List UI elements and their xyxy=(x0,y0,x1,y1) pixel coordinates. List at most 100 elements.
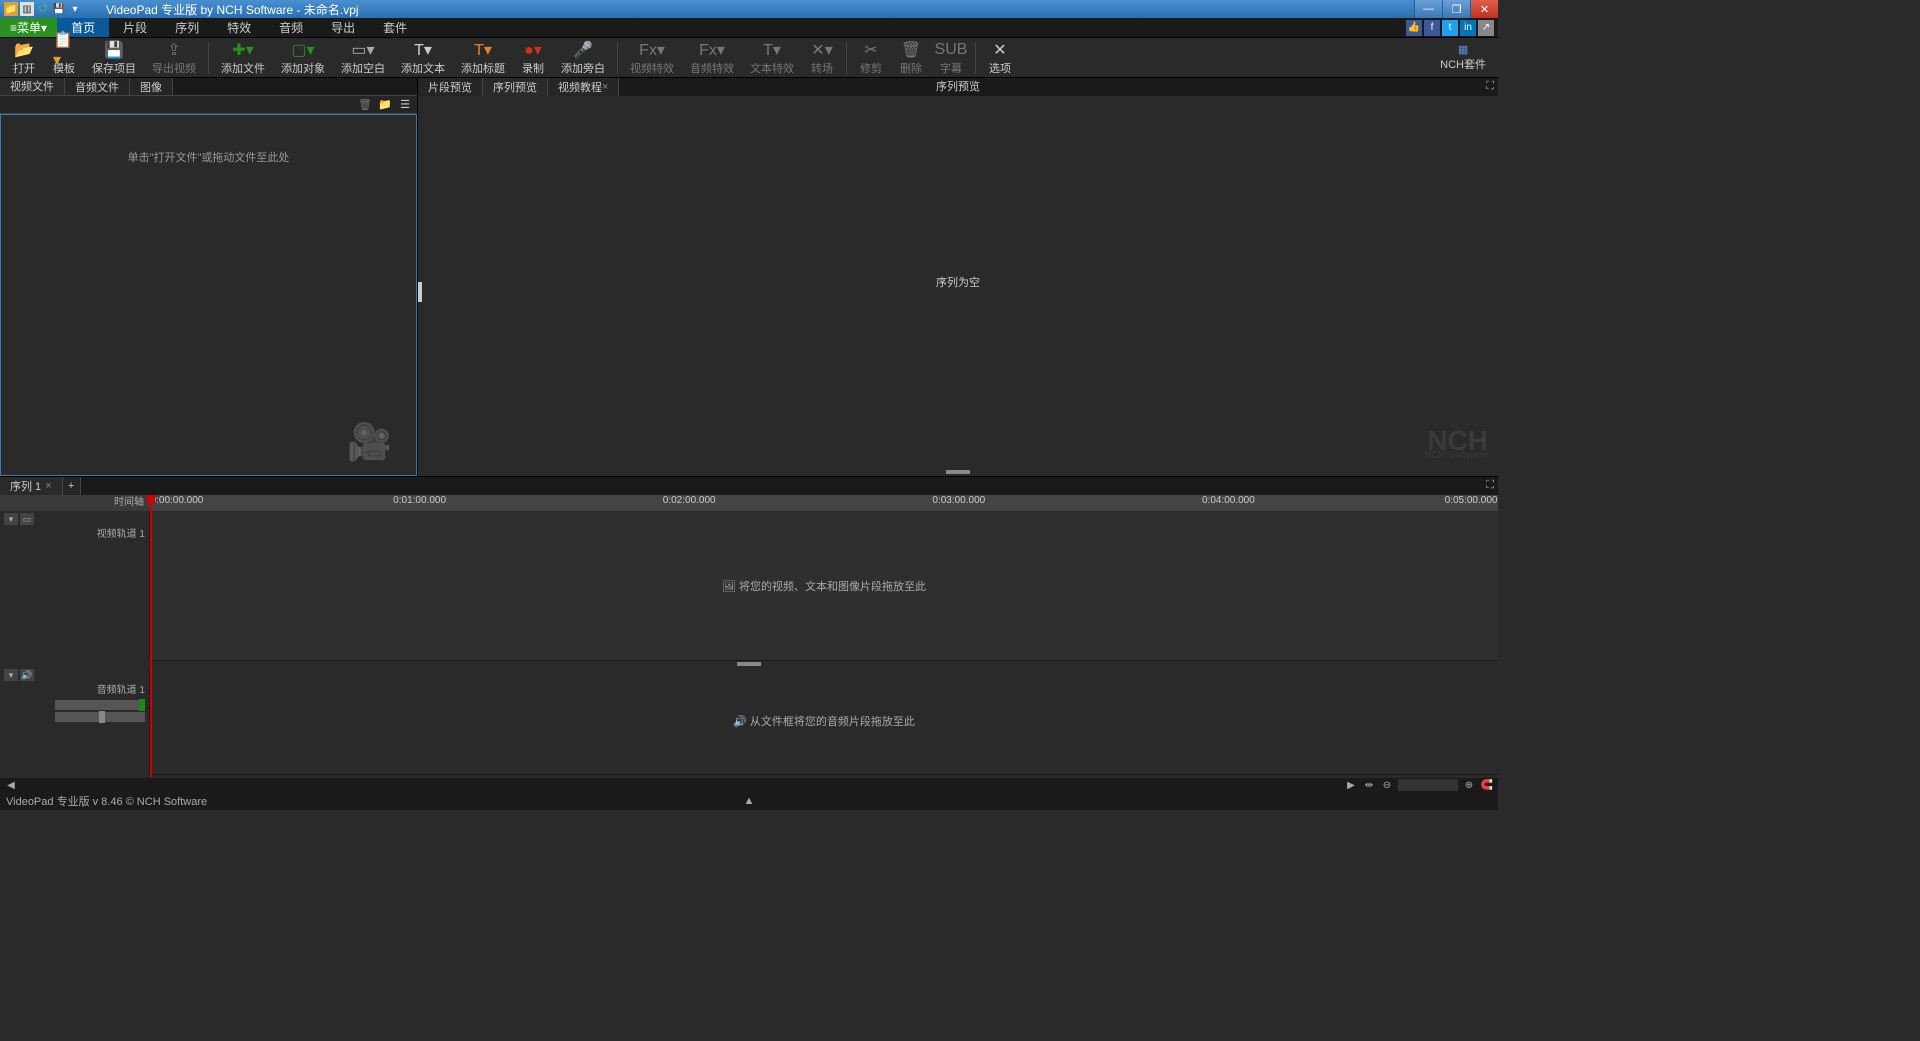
subtitle-button[interactable]: SUB字幕 xyxy=(931,39,971,77)
add-text-button[interactable]: T▾添加文本 xyxy=(393,39,453,77)
add-blank-button[interactable]: ▭▾添加空白 xyxy=(333,39,393,77)
window-title: VideoPad 专业版 by NCH Software - 未命名.vpj xyxy=(106,1,1414,18)
qat-icon-4[interactable]: 💾 xyxy=(52,2,66,16)
tab-clip[interactable]: 片段 xyxy=(109,18,161,37)
audio-pan-slider[interactable] xyxy=(55,712,145,722)
popout-icon[interactable]: ⛶ xyxy=(1486,80,1494,93)
zoom-in-icon[interactable]: ⊕ xyxy=(1462,779,1476,791)
audio-track-header[interactable]: ▾🔊 音频轨道 1 xyxy=(0,667,150,775)
facebook-icon[interactable]: f xyxy=(1424,20,1440,36)
linkedin-icon[interactable]: in xyxy=(1460,20,1476,36)
preview-tab-tutorial[interactable]: 视频教程 × xyxy=(548,78,619,96)
timeline-scrollbar: ◀ ▶ ⇹ ⊖ ⊕ 🧲 xyxy=(0,778,1498,792)
tab-sequence[interactable]: 序列 xyxy=(161,18,213,37)
trim-button[interactable]: ✂修剪 xyxy=(851,39,891,77)
video-track: ▾▭ 视频轨道 1 🖼 将您的视频、文本和图像片段拖放至此 xyxy=(0,511,1498,661)
zoom-slider[interactable] xyxy=(1398,779,1458,791)
video-fx-icon: Fx▾ xyxy=(641,40,663,60)
subtitle-icon: SUB xyxy=(940,40,962,60)
video-fx-button[interactable]: Fx▾视频特效 xyxy=(622,39,682,77)
window-buttons: — ❐ ✕ xyxy=(1414,0,1498,18)
ruler-ticks[interactable]: 0:00:00.000 0:01:00.000 0:02:00.000 0:03… xyxy=(150,495,1498,511)
export-video-button[interactable]: ⇪导出视频 xyxy=(144,39,204,77)
tab-export[interactable]: 导出 xyxy=(317,18,369,37)
audio-track-body[interactable]: 🔊 从文件框将您的音频片段拖放至此 xyxy=(150,667,1498,775)
video-track-body[interactable]: 🖼 将您的视频、文本和图像片段拖放至此 xyxy=(150,511,1498,661)
playhead[interactable] xyxy=(150,495,152,777)
preview-tab-clip[interactable]: 片段预览 xyxy=(418,78,483,96)
track-fx-icon[interactable]: ▭ xyxy=(20,513,34,525)
bin-folder-icon[interactable]: 📁 xyxy=(377,98,393,112)
template-button[interactable]: 📋▾模板 xyxy=(44,39,84,77)
open-button[interactable]: 📂打开 xyxy=(4,39,44,77)
qat-icon-1[interactable]: 📁 xyxy=(4,2,18,16)
maximize-button[interactable]: ❐ xyxy=(1442,0,1470,18)
transition-button[interactable]: ✕▾转场 xyxy=(802,39,842,77)
add-narration-button[interactable]: 🎤添加旁白 xyxy=(553,39,613,77)
preview-panel: 片段预览 序列预览 视频教程 × 序列预览 ⛶ 序列为空 NCH NCH Sof… xyxy=(418,78,1498,476)
audio-drop-hint: 🔊 从文件框将您的音频片段拖放至此 xyxy=(733,713,915,729)
bin-tab-audio[interactable]: 音频文件 xyxy=(65,78,130,95)
audio-collapse-icon[interactable]: ▾ xyxy=(4,669,18,681)
status-expand-icon[interactable]: ▲ xyxy=(744,795,755,807)
bin-list-view-icon[interactable]: ☰ xyxy=(397,98,413,112)
qat-dropdown-icon[interactable]: ▾ xyxy=(68,2,82,16)
sequence-tab[interactable]: 序列 1× xyxy=(0,477,63,495)
text-fx-button[interactable]: T▾文本特效 xyxy=(742,39,802,77)
qat-icon-3[interactable]: ⭯ xyxy=(36,2,50,16)
tab-suite[interactable]: 套件 xyxy=(369,18,421,37)
zoom-out-icon[interactable]: ⊖ xyxy=(1380,779,1394,791)
options-button[interactable]: ✕选项 xyxy=(980,39,1020,77)
ribbon-toolbar: 📂打开 📋▾模板 💾保存项目 ⇪导出视频 ✚▾添加文件 ▢▾添加对象 ▭▾添加空… xyxy=(0,38,1498,78)
time-marker-4: 0:04:00.000 xyxy=(1202,495,1255,506)
save-project-button[interactable]: 💾保存项目 xyxy=(84,39,144,77)
bin-delete-icon[interactable]: 🗑 xyxy=(357,98,373,112)
add-object-button[interactable]: ▢▾添加对象 xyxy=(273,39,333,77)
audio-volume-slider[interactable] xyxy=(55,700,145,710)
timeline-popout-icon[interactable]: ⛶ xyxy=(1486,479,1494,492)
tab-close-icon[interactable]: × xyxy=(602,81,608,93)
add-file-button[interactable]: ✚▾添加文件 xyxy=(213,39,273,77)
minimize-button[interactable]: — xyxy=(1414,0,1442,18)
menu-button[interactable]: ≡ 菜单 ▾ xyxy=(0,18,57,37)
bin-drop-area[interactable]: 单击"打开文件"或拖动文件至此处 🎥 xyxy=(0,114,417,476)
preview-tabs: 片段预览 序列预览 视频教程 × 序列预览 ⛶ xyxy=(418,78,1498,96)
preview-tab-sequence[interactable]: 序列预览 xyxy=(483,78,548,96)
track-collapse-icon[interactable]: ▾ xyxy=(4,513,18,525)
audio-mute-icon[interactable]: 🔊 xyxy=(20,669,34,681)
audio-fx-button[interactable]: Fx▾音频特效 xyxy=(682,39,742,77)
share-icon[interactable]: ↗ xyxy=(1478,20,1494,36)
twitter-icon[interactable]: t xyxy=(1442,20,1458,36)
timeline-ruler[interactable]: 时间轴 0:00:00.000 0:01:00.000 0:02:00.000 … xyxy=(0,495,1498,511)
add-blank-icon: ▭▾ xyxy=(352,40,374,60)
add-title-button[interactable]: T▾添加标题 xyxy=(453,39,513,77)
scroll-right-icon[interactable]: ▶ xyxy=(1344,779,1358,791)
add-sequence-button[interactable]: + xyxy=(63,477,81,495)
preview-splitter[interactable] xyxy=(418,468,1498,476)
time-marker-5: 0:05:00.000 xyxy=(1445,495,1498,506)
tab-audio[interactable]: 音频 xyxy=(265,18,317,37)
seq-close-icon[interactable]: × xyxy=(45,480,51,492)
preview-viewport: 序列为空 NCH NCH Software xyxy=(418,96,1498,468)
video-track-header[interactable]: ▾▭ 视频轨道 1 xyxy=(0,511,150,661)
audio-fx-icon: Fx▾ xyxy=(701,40,723,60)
suite-icon: ▦ xyxy=(1458,43,1468,56)
like-icon[interactable]: 👍 xyxy=(1406,20,1422,36)
time-marker-2: 0:02:00.000 xyxy=(663,495,716,506)
qat-icon-2[interactable]: ▥ xyxy=(20,2,34,16)
timeline-panel: 序列 1× + ⛶ 时间轴 0:00:00.000 0:01:00.000 0:… xyxy=(0,476,1498,792)
preview-empty-text: 序列为空 xyxy=(936,274,980,290)
bin-tab-image[interactable]: 图像 xyxy=(130,78,173,95)
nch-suite-button[interactable]: ▦NCH套件 xyxy=(1432,43,1494,72)
record-button[interactable]: ●▾录制 xyxy=(513,39,553,77)
snap-icon[interactable]: 🧲 xyxy=(1480,779,1494,791)
delete-button[interactable]: 🗑删除 xyxy=(891,39,931,77)
zoom-fit-icon[interactable]: ⇹ xyxy=(1362,779,1376,791)
bin-tab-video[interactable]: 视频文件 xyxy=(0,78,65,95)
scroll-left-icon[interactable]: ◀ xyxy=(4,779,18,791)
social-icons: 👍 f t in ↗ xyxy=(1406,18,1498,37)
tab-effects[interactable]: 特效 xyxy=(213,18,265,37)
close-button[interactable]: ✕ xyxy=(1470,0,1498,18)
template-icon: 📋▾ xyxy=(53,40,75,60)
track-splitter[interactable] xyxy=(737,662,761,666)
